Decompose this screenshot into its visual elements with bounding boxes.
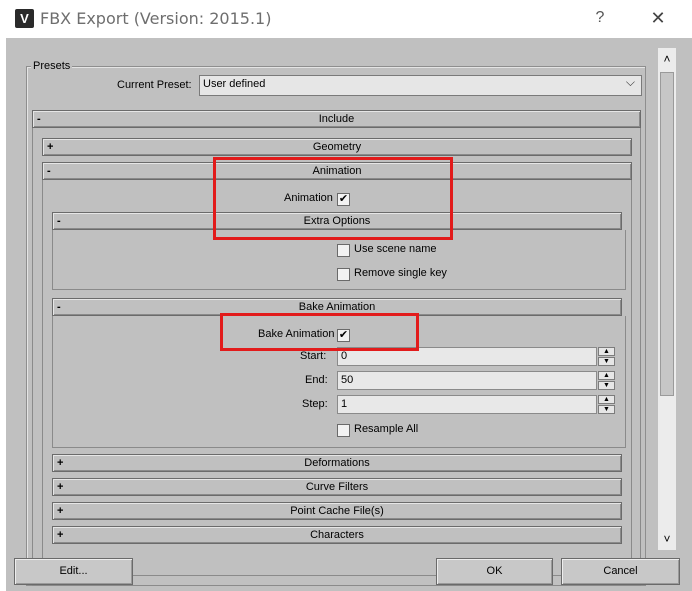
spin-down-icon[interactable]: ▼	[598, 405, 615, 414]
vertical-scrollbar[interactable]: ˄ ˅	[658, 48, 676, 550]
start-spinner[interactable]: ▲ ▼	[598, 347, 615, 366]
curve-filters-rollout-label: Curve Filters	[305, 481, 369, 493]
spin-up-icon[interactable]: ▲	[598, 347, 615, 356]
geometry-rollout-header[interactable]: + Geometry	[42, 138, 632, 156]
deformations-rollout-header[interactable]: + Deformations	[52, 454, 622, 472]
resample-all-label: Resample All	[354, 423, 419, 435]
use-scene-name-label: Use scene name	[354, 243, 437, 255]
cancel-button[interactable]: Cancel	[561, 558, 680, 585]
use-scene-name-checkbox[interactable]	[337, 244, 350, 257]
curve-filters-rollout-header[interactable]: + Curve Filters	[52, 478, 622, 496]
point-cache-rollout-label: Point Cache File(s)	[290, 505, 384, 517]
presets-group-label: Presets	[31, 60, 73, 72]
scrollbar-thumb[interactable]	[660, 72, 674, 396]
expand-icon: +	[57, 529, 64, 541]
end-label: End:	[305, 374, 328, 386]
end-field[interactable]: 50	[337, 371, 597, 390]
collapse-icon: -	[47, 165, 51, 177]
collapse-icon: -	[57, 301, 61, 313]
characters-rollout-label: Characters	[310, 529, 364, 541]
collapse-icon: -	[57, 215, 61, 227]
include-rollout-label: Include	[318, 113, 355, 125]
expand-icon: +	[47, 141, 54, 153]
deformations-rollout-label: Deformations	[304, 457, 370, 469]
help-button[interactable]: ?	[588, 6, 612, 30]
spin-up-icon[interactable]: ▲	[598, 395, 615, 404]
current-preset-dropdown[interactable]: User defined ⌵	[199, 75, 642, 96]
step-spinner[interactable]: ▲ ▼	[598, 395, 615, 414]
resample-all-checkbox[interactable]	[337, 424, 350, 437]
expand-icon: +	[57, 457, 64, 469]
window-title: FBX Export (Version: 2015.1)	[40, 9, 272, 28]
point-cache-rollout-header[interactable]: + Point Cache File(s)	[52, 502, 622, 520]
start-label: Start:	[300, 350, 327, 362]
collapse-icon: -	[37, 113, 41, 125]
chevron-down-icon: ⌵	[625, 75, 635, 89]
remove-single-key-label: Remove single key	[354, 267, 447, 279]
include-rollout-header[interactable]: - Include	[32, 110, 641, 128]
close-button[interactable]: ✕	[646, 6, 670, 30]
dialog-client-area: Presets Current Preset: User defined ⌵ -…	[6, 38, 692, 591]
end-spinner[interactable]: ▲ ▼	[598, 371, 615, 390]
spin-down-icon[interactable]: ▼	[598, 381, 615, 390]
spin-up-icon[interactable]: ▲	[598, 371, 615, 380]
remove-single-key-checkbox[interactable]	[337, 268, 350, 281]
spin-down-icon[interactable]: ▼	[598, 357, 615, 366]
app-icon: V	[15, 9, 34, 28]
current-preset-label: Current Preset:	[117, 79, 192, 91]
expand-icon: +	[57, 481, 64, 493]
edit-button[interactable]: Edit...	[14, 558, 133, 585]
step-field[interactable]: 1	[337, 395, 597, 414]
scroll-up-icon[interactable]: ˄	[658, 48, 676, 70]
scroll-down-icon[interactable]: ˅	[658, 528, 676, 550]
step-label: Step:	[302, 398, 328, 410]
highlight-box-animation	[213, 157, 453, 240]
expand-icon: +	[57, 505, 64, 517]
highlight-box-bake-animation	[220, 313, 419, 351]
bake-animation-rollout-label: Bake Animation	[298, 301, 376, 313]
characters-rollout-header[interactable]: + Characters	[52, 526, 622, 544]
ok-button[interactable]: OK	[436, 558, 553, 585]
geometry-rollout-label: Geometry	[312, 141, 362, 153]
title-bar: V FBX Export (Version: 2015.1) ? ✕	[0, 0, 692, 38]
current-preset-value: User defined	[203, 78, 266, 90]
